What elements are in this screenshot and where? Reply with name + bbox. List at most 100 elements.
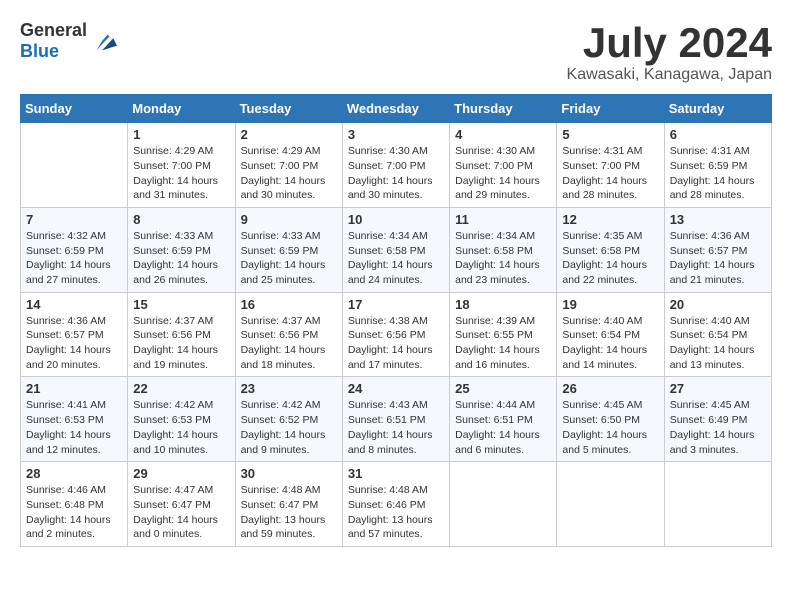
day-info: Sunrise: 4:33 AM Sunset: 6:59 PM Dayligh… xyxy=(241,229,337,288)
calendar-table: Sunday Monday Tuesday Wednesday Thursday… xyxy=(20,94,772,547)
logo-text: General Blue xyxy=(20,20,87,62)
logo: General Blue xyxy=(20,20,117,62)
day-info: Sunrise: 4:34 AM Sunset: 6:58 PM Dayligh… xyxy=(455,229,551,288)
col-thursday: Thursday xyxy=(450,95,557,123)
day-number: 4 xyxy=(455,127,551,142)
day-info: Sunrise: 4:43 AM Sunset: 6:51 PM Dayligh… xyxy=(348,398,444,457)
day-number: 12 xyxy=(562,212,658,227)
week-row-4: 21Sunrise: 4:41 AM Sunset: 6:53 PM Dayli… xyxy=(21,377,772,462)
day-number: 16 xyxy=(241,297,337,312)
day-number: 20 xyxy=(670,297,766,312)
day-number: 18 xyxy=(455,297,551,312)
day-info: Sunrise: 4:46 AM Sunset: 6:48 PM Dayligh… xyxy=(26,483,122,542)
day-number: 30 xyxy=(241,466,337,481)
day-cell-1-2: 1Sunrise: 4:29 AM Sunset: 7:00 PM Daylig… xyxy=(128,123,235,208)
day-cell-4-6: 26 Sunrise: 4:45 AM Sunset: 6:50 PM Dayli… xyxy=(557,377,664,462)
day-cell-4-2: 22 Sunrise: 4:42 AM Sunset: 6:53 PM Dayli… xyxy=(128,377,235,462)
day-cell-3-1: 14Sunrise: 4:36 AM Sunset: 6:57 PM Dayli… xyxy=(21,292,128,377)
day-info: Sunrise: 4:42 AM Sunset: 6:52 PM Dayligh… xyxy=(241,398,337,457)
day-info: Sunrise: 4:48 AM Sunset: 6:46 PM Dayligh… xyxy=(348,483,444,542)
day-info: Sunrise: 4:42 AM Sunset: 6:53 PM Dayligh… xyxy=(133,398,229,457)
col-friday: Friday xyxy=(557,95,664,123)
day-info: Sunrise: 4:31 AM Sunset: 6:59 PM Dayligh… xyxy=(670,144,766,203)
day-number: 22 xyxy=(133,381,229,396)
day-cell-5-4: 31 Sunrise: 4:48 AM Sunset: 6:46 PM Dayli… xyxy=(342,462,449,547)
day-cell-2-4: 10 Sunrise: 4:34 AM Sunset: 6:58 PM Dayli… xyxy=(342,207,449,292)
day-number: 27 xyxy=(670,381,766,396)
day-cell-5-7 xyxy=(664,462,771,547)
logo-blue: Blue xyxy=(20,41,59,61)
day-cell-1-7: 6 Sunrise: 4:31 AM Sunset: 6:59 PM Daylig… xyxy=(664,123,771,208)
day-number: 23 xyxy=(241,381,337,396)
day-number: 26 xyxy=(562,381,658,396)
day-info: Sunrise: 4:32 AM Sunset: 6:59 PM Dayligh… xyxy=(26,229,122,288)
col-monday: Monday xyxy=(128,95,235,123)
day-number: 10 xyxy=(348,212,444,227)
logo-icon xyxy=(89,27,117,55)
day-number: 7 xyxy=(26,212,122,227)
day-info: Sunrise: 4:40 AM Sunset: 6:54 PM Dayligh… xyxy=(562,314,658,373)
day-cell-5-3: 30 Sunrise: 4:48 AM Sunset: 6:47 PM Dayli… xyxy=(235,462,342,547)
day-cell-1-4: 3Sunrise: 4:30 AM Sunset: 7:00 PM Daylig… xyxy=(342,123,449,208)
col-wednesday: Wednesday xyxy=(342,95,449,123)
week-row-2: 7 Sunrise: 4:32 AM Sunset: 6:59 PM Daylig… xyxy=(21,207,772,292)
col-saturday: Saturday xyxy=(664,95,771,123)
day-cell-4-3: 23 Sunrise: 4:42 AM Sunset: 6:52 PM Dayli… xyxy=(235,377,342,462)
day-info: Sunrise: 4:36 AM Sunset: 6:57 PM Dayligh… xyxy=(670,229,766,288)
page-header: General Blue July 2024 Kawasaki, Kanagaw… xyxy=(20,20,772,84)
day-info: Sunrise: 4:29 AM Sunset: 7:00 PM Dayligh… xyxy=(241,144,337,203)
day-cell-2-7: 13Sunrise: 4:36 AM Sunset: 6:57 PM Dayli… xyxy=(664,207,771,292)
day-info: Sunrise: 4:40 AM Sunset: 6:54 PM Dayligh… xyxy=(670,314,766,373)
day-info: Sunrise: 4:35 AM Sunset: 6:58 PM Dayligh… xyxy=(562,229,658,288)
day-info: Sunrise: 4:34 AM Sunset: 6:58 PM Dayligh… xyxy=(348,229,444,288)
day-cell-5-5 xyxy=(450,462,557,547)
day-cell-5-2: 29 Sunrise: 4:47 AM Sunset: 6:47 PM Dayli… xyxy=(128,462,235,547)
day-cell-3-7: 20 Sunrise: 4:40 AM Sunset: 6:54 PM Dayli… xyxy=(664,292,771,377)
day-cell-2-3: 9Sunrise: 4:33 AM Sunset: 6:59 PM Daylig… xyxy=(235,207,342,292)
day-info: Sunrise: 4:45 AM Sunset: 6:50 PM Dayligh… xyxy=(562,398,658,457)
day-info: Sunrise: 4:37 AM Sunset: 6:56 PM Dayligh… xyxy=(241,314,337,373)
day-cell-2-6: 12 Sunrise: 4:35 AM Sunset: 6:58 PM Dayli… xyxy=(557,207,664,292)
day-cell-5-6 xyxy=(557,462,664,547)
day-cell-3-6: 19Sunrise: 4:40 AM Sunset: 6:54 PM Dayli… xyxy=(557,292,664,377)
day-info: Sunrise: 4:48 AM Sunset: 6:47 PM Dayligh… xyxy=(241,483,337,542)
day-info: Sunrise: 4:36 AM Sunset: 6:57 PM Dayligh… xyxy=(26,314,122,373)
day-cell-4-7: 27Sunrise: 4:45 AM Sunset: 6:49 PM Dayli… xyxy=(664,377,771,462)
day-number: 8 xyxy=(133,212,229,227)
day-cell-1-6: 5Sunrise: 4:31 AM Sunset: 7:00 PM Daylig… xyxy=(557,123,664,208)
title-block: July 2024 Kawasaki, Kanagawa, Japan xyxy=(567,20,772,84)
day-cell-1-3: 2 Sunrise: 4:29 AM Sunset: 7:00 PM Daylig… xyxy=(235,123,342,208)
day-number: 28 xyxy=(26,466,122,481)
day-number: 31 xyxy=(348,466,444,481)
day-cell-4-5: 25Sunrise: 4:44 AM Sunset: 6:51 PM Dayli… xyxy=(450,377,557,462)
day-info: Sunrise: 4:33 AM Sunset: 6:59 PM Dayligh… xyxy=(133,229,229,288)
day-info: Sunrise: 4:37 AM Sunset: 6:56 PM Dayligh… xyxy=(133,314,229,373)
week-row-5: 28 Sunrise: 4:46 AM Sunset: 6:48 PM Dayli… xyxy=(21,462,772,547)
day-number: 1 xyxy=(133,127,229,142)
header-row: Sunday Monday Tuesday Wednesday Thursday… xyxy=(21,95,772,123)
day-number: 2 xyxy=(241,127,337,142)
day-cell-3-4: 17 Sunrise: 4:38 AM Sunset: 6:56 PM Dayli… xyxy=(342,292,449,377)
day-number: 6 xyxy=(670,127,766,142)
day-cell-2-1: 7 Sunrise: 4:32 AM Sunset: 6:59 PM Daylig… xyxy=(21,207,128,292)
day-info: Sunrise: 4:38 AM Sunset: 6:56 PM Dayligh… xyxy=(348,314,444,373)
day-number: 29 xyxy=(133,466,229,481)
week-row-3: 14Sunrise: 4:36 AM Sunset: 6:57 PM Dayli… xyxy=(21,292,772,377)
day-cell-5-1: 28 Sunrise: 4:46 AM Sunset: 6:48 PM Dayli… xyxy=(21,462,128,547)
col-sunday: Sunday xyxy=(21,95,128,123)
day-info: Sunrise: 4:30 AM Sunset: 7:00 PM Dayligh… xyxy=(348,144,444,203)
day-info: Sunrise: 4:47 AM Sunset: 6:47 PM Dayligh… xyxy=(133,483,229,542)
day-cell-2-2: 8 Sunrise: 4:33 AM Sunset: 6:59 PM Daylig… xyxy=(128,207,235,292)
logo-general: General xyxy=(20,20,87,40)
day-number: 25 xyxy=(455,381,551,396)
day-info: Sunrise: 4:31 AM Sunset: 7:00 PM Dayligh… xyxy=(562,144,658,203)
day-number: 11 xyxy=(455,212,551,227)
col-tuesday: Tuesday xyxy=(235,95,342,123)
month-year-title: July 2024 xyxy=(567,20,772,66)
day-info: Sunrise: 4:39 AM Sunset: 6:55 PM Dayligh… xyxy=(455,314,551,373)
day-cell-3-2: 15Sunrise: 4:37 AM Sunset: 6:56 PM Dayli… xyxy=(128,292,235,377)
day-number: 24 xyxy=(348,381,444,396)
day-number: 17 xyxy=(348,297,444,312)
day-cell-3-3: 16 Sunrise: 4:37 AM Sunset: 6:56 PM Dayli… xyxy=(235,292,342,377)
day-cell-4-4: 24 Sunrise: 4:43 AM Sunset: 6:51 PM Dayli… xyxy=(342,377,449,462)
